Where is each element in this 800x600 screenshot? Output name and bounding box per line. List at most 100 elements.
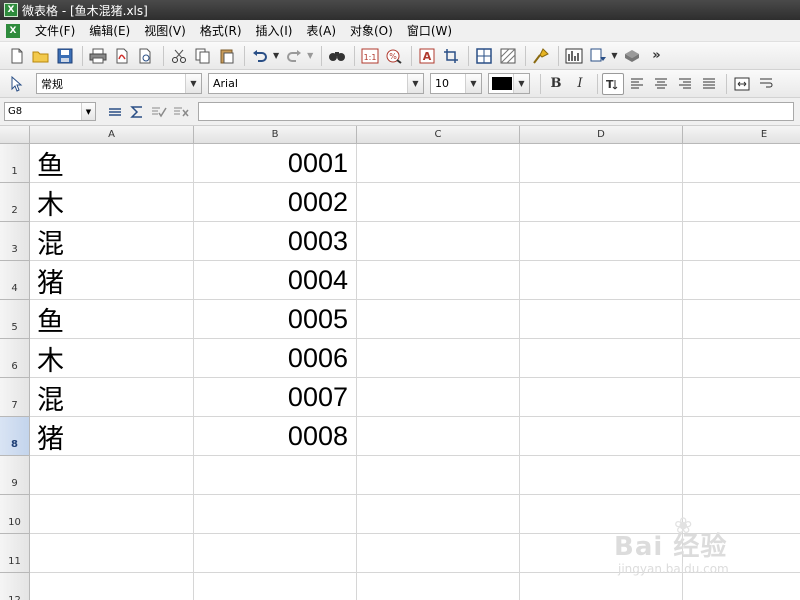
cell-c6[interactable] bbox=[357, 339, 520, 378]
wrap-text-icon[interactable] bbox=[755, 73, 777, 95]
cell-a9[interactable] bbox=[30, 456, 194, 495]
cell-e10[interactable] bbox=[683, 495, 800, 534]
cell-c8[interactable] bbox=[357, 417, 520, 456]
undo-dropdown-icon[interactable]: ▼ bbox=[273, 51, 279, 60]
cell-c4[interactable] bbox=[357, 261, 520, 300]
cell-e6[interactable] bbox=[683, 339, 800, 378]
toolbar-overflow-icon[interactable]: » bbox=[645, 45, 667, 67]
cell-a1[interactable]: 鱼 bbox=[30, 144, 194, 183]
cell-d5[interactable] bbox=[520, 300, 683, 339]
print-preview-icon[interactable] bbox=[135, 45, 157, 67]
cell-a11[interactable] bbox=[30, 534, 194, 573]
column-header-b[interactable]: B bbox=[194, 126, 357, 144]
menu-edit[interactable]: 编辑(E) bbox=[82, 20, 137, 42]
row-header-1[interactable]: 1 bbox=[0, 144, 30, 183]
cell-c7[interactable] bbox=[357, 378, 520, 417]
cell-d9[interactable] bbox=[520, 456, 683, 495]
export-pdf-icon[interactable] bbox=[111, 45, 133, 67]
chevron-down-icon[interactable]: ▼ bbox=[465, 74, 481, 93]
cell-b2[interactable]: 0002 bbox=[194, 183, 357, 222]
accept-formula-icon[interactable] bbox=[148, 102, 170, 122]
row-header-11[interactable]: 11 bbox=[0, 534, 30, 573]
italic-button[interactable]: I bbox=[569, 73, 591, 95]
copy-icon[interactable] bbox=[192, 45, 214, 67]
cell-e3[interactable] bbox=[683, 222, 800, 261]
column-header-c[interactable]: C bbox=[357, 126, 520, 144]
bold-button[interactable]: B bbox=[545, 73, 567, 95]
chevron-down-icon[interactable]: ▼ bbox=[81, 103, 95, 120]
cell-a7[interactable]: 混 bbox=[30, 378, 194, 417]
cell-d7[interactable] bbox=[520, 378, 683, 417]
text-box-icon[interactable]: A bbox=[416, 45, 438, 67]
cell-c2[interactable] bbox=[357, 183, 520, 222]
sum-icon[interactable] bbox=[126, 102, 148, 122]
cell-a8[interactable]: 猪 bbox=[30, 417, 194, 456]
cell-c1[interactable] bbox=[357, 144, 520, 183]
redo-icon[interactable] bbox=[283, 45, 305, 67]
cell-d3[interactable] bbox=[520, 222, 683, 261]
cell-b7[interactable]: 0007 bbox=[194, 378, 357, 417]
cell-c11[interactable] bbox=[357, 534, 520, 573]
select-all-corner[interactable] bbox=[0, 126, 30, 144]
fill-pattern-icon[interactable] bbox=[497, 45, 519, 67]
formula-input[interactable] bbox=[198, 102, 794, 121]
cell-e4[interactable] bbox=[683, 261, 800, 300]
select-pointer-icon[interactable] bbox=[6, 73, 28, 95]
cell-b11[interactable] bbox=[194, 534, 357, 573]
database-icon[interactable] bbox=[621, 45, 643, 67]
cell-a5[interactable]: 鱼 bbox=[30, 300, 194, 339]
row-header-12[interactable]: 12 bbox=[0, 573, 30, 600]
cell-reference-box[interactable]: G8 ▼ bbox=[4, 102, 96, 121]
cancel-formula-icon[interactable] bbox=[170, 102, 192, 122]
print-icon[interactable] bbox=[87, 45, 109, 67]
row-header-3[interactable]: 3 bbox=[0, 222, 30, 261]
cell-d6[interactable] bbox=[520, 339, 683, 378]
text-direction-icon[interactable]: T bbox=[602, 72, 624, 95]
cell-e7[interactable] bbox=[683, 378, 800, 417]
cell-d2[interactable] bbox=[520, 183, 683, 222]
chevron-down-icon[interactable]: ▼ bbox=[407, 74, 423, 93]
number-format-icon[interactable]: 1:1 bbox=[359, 45, 381, 67]
cell-b5[interactable]: 0005 bbox=[194, 300, 357, 339]
format-painter-icon[interactable] bbox=[530, 45, 552, 67]
cell-e11[interactable] bbox=[683, 534, 800, 573]
cell-c10[interactable] bbox=[357, 495, 520, 534]
sort-dropdown-icon[interactable]: ▼ bbox=[611, 51, 617, 60]
menu-file[interactable]: 文件(F) bbox=[28, 20, 82, 42]
cell-c3[interactable] bbox=[357, 222, 520, 261]
cell-a4[interactable]: 猪 bbox=[30, 261, 194, 300]
undo-icon[interactable] bbox=[249, 45, 271, 67]
font-name-select[interactable]: Arial ▼ bbox=[208, 73, 424, 94]
cell-e5[interactable] bbox=[683, 300, 800, 339]
cell-e1[interactable] bbox=[683, 144, 800, 183]
cell-b1[interactable]: 0001 bbox=[194, 144, 357, 183]
cell-e2[interactable] bbox=[683, 183, 800, 222]
paste-icon[interactable] bbox=[216, 45, 238, 67]
menu-format[interactable]: 格式(R) bbox=[193, 20, 249, 42]
cell-b12[interactable] bbox=[194, 573, 357, 600]
font-color-select[interactable]: ▼ bbox=[488, 73, 530, 94]
cell-d8[interactable] bbox=[520, 417, 683, 456]
align-center-icon[interactable] bbox=[650, 73, 672, 95]
font-size-select[interactable]: 10 ▼ bbox=[430, 73, 482, 94]
save-icon[interactable] bbox=[54, 45, 76, 67]
row-header-7[interactable]: 7 bbox=[0, 378, 30, 417]
row-header-4[interactable]: 4 bbox=[0, 261, 30, 300]
cell-b8[interactable]: 0008 bbox=[194, 417, 357, 456]
row-header-8[interactable]: 8 bbox=[0, 417, 30, 456]
chevron-down-icon[interactable]: ▼ bbox=[185, 74, 201, 93]
cell-e9[interactable] bbox=[683, 456, 800, 495]
column-header-d[interactable]: D bbox=[520, 126, 683, 144]
cell-a6[interactable]: 木 bbox=[30, 339, 194, 378]
cell-b9[interactable] bbox=[194, 456, 357, 495]
chevron-down-icon[interactable]: ▼ bbox=[513, 74, 529, 93]
cell-d12[interactable] bbox=[520, 573, 683, 600]
row-header-9[interactable]: 9 bbox=[0, 456, 30, 495]
cell-e12[interactable] bbox=[683, 573, 800, 600]
merge-cells-icon[interactable] bbox=[731, 73, 753, 95]
document-icon[interactable]: X bbox=[6, 23, 20, 38]
column-header-e[interactable]: E bbox=[683, 126, 800, 144]
cut-icon[interactable] bbox=[168, 45, 190, 67]
cell-style-select[interactable]: 常规 ▼ bbox=[36, 73, 202, 94]
find-icon[interactable] bbox=[326, 45, 348, 67]
